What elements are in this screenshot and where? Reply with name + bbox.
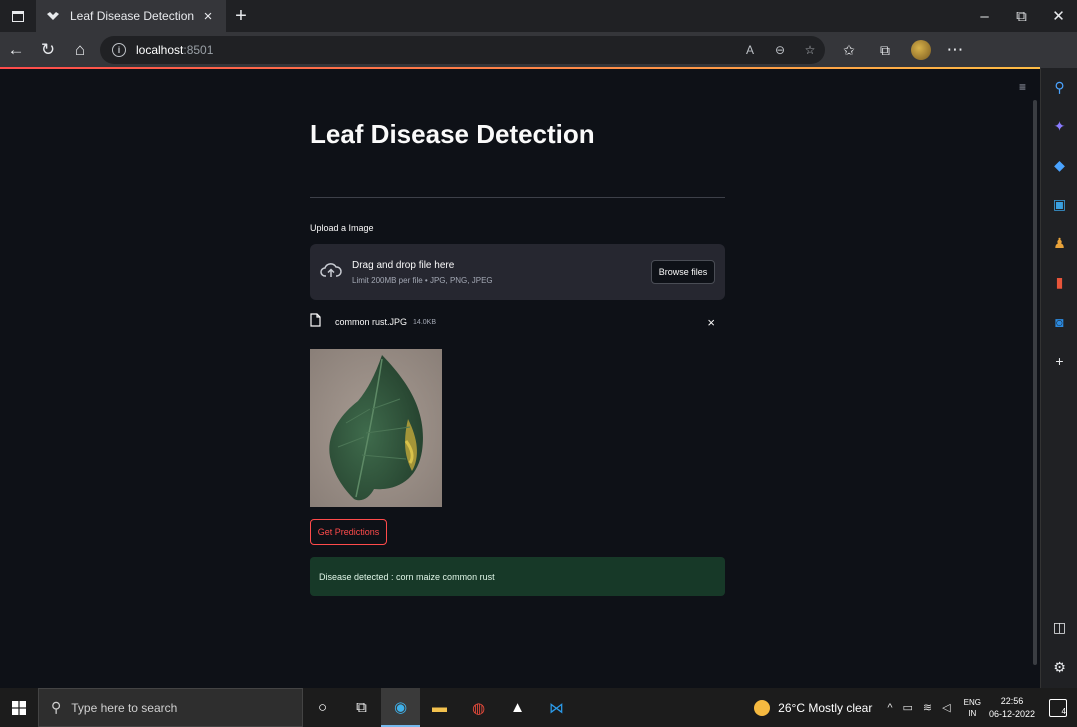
weather-moon-icon: [754, 699, 771, 716]
lang-region: IN: [968, 708, 977, 718]
zoom-icon[interactable]: ⊖: [765, 43, 795, 57]
site-info-icon[interactable]: i: [112, 43, 126, 57]
lang-code: ENG: [963, 697, 981, 707]
browser-nav-bar: ← ↻ ⌂ i localhost :8501 A ⊖ ☆ ✩ ⧉ ⋯: [0, 32, 1077, 68]
search-icon[interactable]: ⚲: [1041, 68, 1077, 107]
prediction-result-alert: Disease detected : corn maize common rus…: [310, 557, 725, 596]
cortana-icon[interactable]: ○: [303, 688, 342, 727]
browser-tab[interactable]: Leaf Disease Detection ×: [36, 0, 226, 32]
weather-widget[interactable]: 26°C Mostly clear: [754, 699, 873, 716]
system-tray: 26°C Mostly clear ^ ▭ ≋ ◁ ENG IN 22:56 0…: [754, 695, 1077, 721]
window-controls: – ⧉ ✕: [966, 0, 1077, 32]
outlook-icon[interactable]: ◙: [1041, 302, 1077, 341]
shopping-tag-icon[interactable]: ◆: [1041, 146, 1077, 185]
close-tab-icon[interactable]: ×: [200, 8, 216, 25]
uploaded-leaf-image: [310, 349, 442, 507]
notification-center-icon[interactable]: 4: [1049, 698, 1067, 717]
streamlit-app: Leaf Disease Detection Upload a Image Dr…: [0, 69, 1040, 688]
taskbar-search-box[interactable]: ⚲ Type here to search: [38, 688, 303, 727]
edge-app-icon[interactable]: ◉: [381, 688, 420, 727]
search-magnifier-icon: ⚲: [51, 699, 62, 715]
taskbar-clock[interactable]: 22:56 06-12-2022: [989, 695, 1035, 721]
page-title: Leaf Disease Detection: [310, 119, 595, 149]
network-icon[interactable]: ≋: [923, 701, 932, 714]
new-tab-button[interactable]: +: [226, 0, 256, 32]
collections-icon[interactable]: ⧉: [867, 42, 903, 59]
hide-sidebar-icon[interactable]: ◫: [1041, 608, 1077, 647]
read-aloud-icon[interactable]: A: [735, 43, 765, 57]
url-host: localhost: [136, 43, 184, 57]
file-size: 14.0KB: [413, 318, 436, 326]
browser-tab-bar: Leaf Disease Detection × + – ⧉ ✕: [0, 0, 1077, 32]
temperature: 26°C: [778, 700, 805, 715]
clock-time: 22:56: [1000, 695, 1024, 706]
uploaded-file-row: common rust.JPG 14.0KB ×: [310, 312, 725, 332]
dropzone-limit: Limit 200MB per file • JPG, PNG, JPEG: [352, 275, 493, 285]
get-predictions-button[interactable]: Get Predictions: [310, 519, 387, 545]
profile-avatar[interactable]: [911, 40, 931, 60]
battery-icon[interactable]: ▭: [903, 701, 913, 714]
url-port: :8501: [183, 43, 214, 57]
windows-taskbar: ⚲ Type here to search ○ ⧉ ◉ ▬ ◍ ▲ ⋈ 26°C…: [0, 688, 1077, 727]
chrome-app-icon[interactable]: ◍: [459, 688, 498, 727]
dropzone-title: Drag and drop file here: [352, 259, 455, 271]
file-explorer-icon[interactable]: ▬: [420, 688, 459, 727]
windows-start-icon[interactable]: [0, 688, 38, 727]
games-icon[interactable]: ♟: [1041, 224, 1077, 263]
clock-date: 06-12-2022: [988, 708, 1035, 719]
discover-icon[interactable]: ✦: [1041, 107, 1077, 146]
chevron-up-icon[interactable]: ^: [887, 702, 892, 714]
restore-button[interactable]: ⧉: [1003, 0, 1040, 32]
page-scrollbar[interactable]: [1033, 100, 1037, 665]
weather-condition: Mostly clear: [808, 700, 873, 715]
input-language[interactable]: ENG IN: [964, 697, 981, 719]
file-name: common rust.JPG: [335, 317, 408, 327]
tab-title: Leaf Disease Detection: [70, 9, 195, 23]
browse-files-button[interactable]: Browse files: [651, 260, 715, 284]
close-window-button[interactable]: ✕: [1040, 0, 1077, 32]
photos-app-icon[interactable]: ▲: [498, 688, 537, 727]
upload-label: Upload a Image: [310, 223, 374, 233]
tab-actions-icon[interactable]: [0, 0, 36, 32]
remove-file-icon[interactable]: ×: [707, 315, 715, 330]
divider: [310, 197, 725, 198]
search-placeholder: Type here to search: [71, 700, 178, 715]
file-dropzone[interactable]: Drag and drop file here Limit 200MB per …: [310, 244, 725, 300]
notification-count: 4: [1061, 706, 1066, 716]
tools-icon[interactable]: ▣: [1041, 185, 1077, 224]
favorite-star-icon[interactable]: ☆: [795, 43, 825, 57]
favorites-icon[interactable]: ✩: [831, 42, 867, 59]
home-icon[interactable]: ⌂: [64, 34, 96, 66]
settings-gear-icon[interactable]: ⚙: [1041, 648, 1077, 687]
refresh-icon[interactable]: ↻: [32, 34, 64, 66]
add-sidebar-icon[interactable]: +: [1041, 341, 1077, 380]
minimize-button[interactable]: –: [966, 0, 1003, 32]
edge-sidebar: ⚲ ✦ ◆ ▣ ♟ ▮ ◙ + ◫ ⚙: [1040, 68, 1077, 688]
volume-icon[interactable]: ◁: [942, 701, 950, 714]
task-view-icon[interactable]: ⧉: [342, 688, 381, 727]
address-bar[interactable]: i localhost :8501 A ⊖ ☆: [100, 36, 825, 64]
streamlit-favicon-icon: [46, 11, 60, 21]
office-icon[interactable]: ▮: [1041, 263, 1077, 302]
cloud-upload-icon: [320, 262, 342, 283]
back-arrow-icon[interactable]: ←: [0, 34, 32, 66]
hamburger-menu-icon[interactable]: ≡: [1019, 80, 1026, 94]
more-menu-icon[interactable]: ⋯: [939, 34, 971, 66]
file-icon: [310, 312, 321, 332]
vscode-app-icon[interactable]: ⋈: [537, 688, 576, 727]
